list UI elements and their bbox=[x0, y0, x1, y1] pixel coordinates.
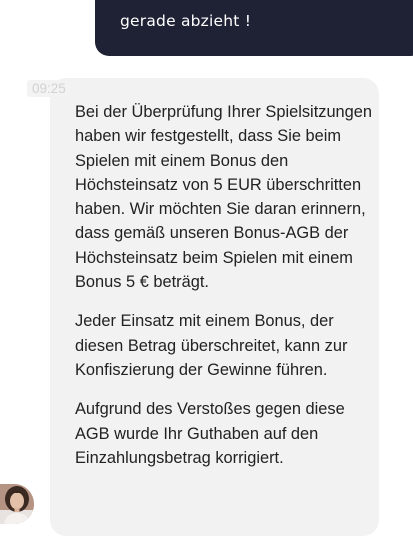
agent-avatar-photo-icon bbox=[0, 484, 34, 524]
agent-avatar bbox=[0, 484, 34, 524]
user-message-bubble: gerade abzieht ! bbox=[95, 0, 413, 56]
agent-message-bubble: Bei der Überprüfung Ihrer Spielsitzungen… bbox=[50, 78, 379, 536]
user-message-text: gerade abzieht ! bbox=[120, 12, 252, 30]
agent-message-paragraph-2: Jeder Einsatz mit einem Bonus, der diese… bbox=[75, 312, 348, 379]
message-timestamp: 09:25 bbox=[27, 80, 71, 97]
agent-message-paragraph-1: Bei der Überprüfung Ihrer Spielsitzungen… bbox=[75, 103, 373, 292]
agent-message-paragraph-3: Aufgrund des Verstoßes gegen diese AGB w… bbox=[75, 400, 345, 467]
